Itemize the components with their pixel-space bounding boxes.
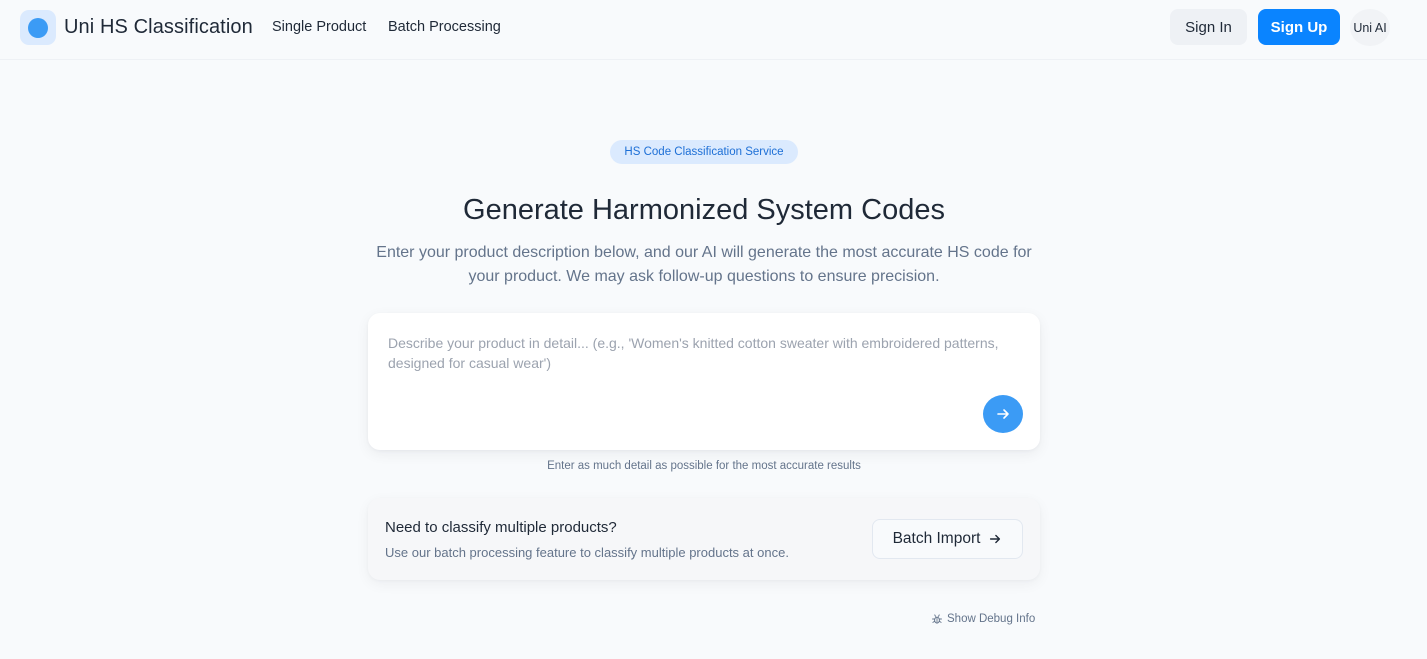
product-description-card xyxy=(368,313,1040,450)
account-avatar[interactable]: Uni AI xyxy=(1350,9,1390,46)
logo-dot xyxy=(28,17,48,38)
page-subtitle: Enter your product description below, an… xyxy=(376,244,1032,285)
batch-title: Need to classify multiple products? xyxy=(385,519,617,536)
product-description-input[interactable] xyxy=(388,333,1018,403)
sign-in-button[interactable]: Sign In xyxy=(1170,9,1247,45)
service-badge: HS Code Classification Service xyxy=(610,140,798,164)
submit-button[interactable] xyxy=(983,395,1023,433)
brand-name[interactable]: Uni HS Classification xyxy=(64,16,253,39)
nav-batch-processing[interactable]: Batch Processing xyxy=(388,19,501,35)
input-hint: Enter as much detail as possible for the… xyxy=(547,460,861,472)
page-title: Generate Harmonized System Codes xyxy=(463,194,945,226)
show-debug-info-link[interactable]: Show Debug Info xyxy=(931,613,1035,625)
batch-promo-card: Need to classify multiple products? Use … xyxy=(368,498,1040,580)
batch-import-label: Batch Import xyxy=(892,530,981,547)
bug-icon xyxy=(932,614,942,624)
top-navbar: Uni HS Classification Single Product Bat… xyxy=(0,0,1427,60)
debug-label: Show Debug Info xyxy=(947,613,1036,625)
arrow-right-icon xyxy=(990,534,1001,544)
batch-description: Use our batch processing feature to clas… xyxy=(385,545,789,560)
arrow-right-icon xyxy=(997,409,1009,419)
sign-up-button[interactable]: Sign Up xyxy=(1258,9,1340,45)
batch-import-button[interactable]: Batch Import xyxy=(872,519,1023,559)
logo-icon[interactable] xyxy=(20,10,56,45)
nav-single-product[interactable]: Single Product xyxy=(272,19,366,35)
